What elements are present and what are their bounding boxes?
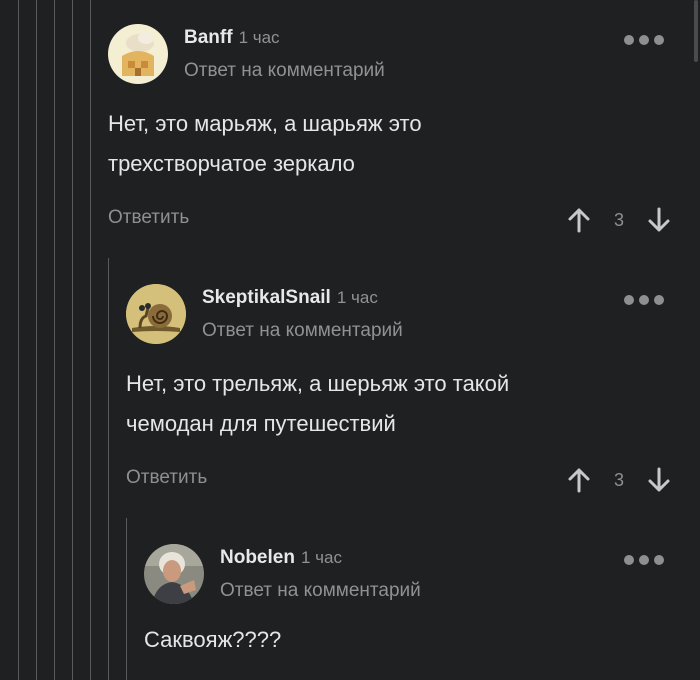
rating-value: 3 [613,209,624,230]
thread-line [90,0,91,680]
comment-time[interactable]: 1 час [337,288,378,307]
thread-line [126,518,127,680]
thread-line [18,0,19,680]
more-dots-icon[interactable] [624,292,674,308]
arrow-down-icon[interactable] [644,205,674,235]
reply-button[interactable]: Ответить [108,207,189,229]
snail-avatar[interactable] [126,284,186,344]
scrollbar[interactable] [694,0,698,62]
rating-value: 3 [613,469,624,490]
author-name[interactable]: Banff [184,27,233,48]
comment-author[interactable]: Nobelen 1 час [220,547,342,569]
comment-text-line: Нет, это марьяж, а шарьяж это [108,111,422,136]
thread-line [54,0,55,680]
vote-controls: 3 [564,465,674,495]
cartoon-house-avatar[interactable] [108,24,168,84]
comment-text-line: чемодан для путешествий [126,411,396,436]
comment-text-line: Нет, это трельяж, а шерьяж это такой [126,371,510,396]
more-dots-icon[interactable] [624,552,674,568]
comment-text: Нет, это марьяж, а шарьяж это трехстворч… [108,104,422,184]
reply-to-link[interactable]: Ответ на комментарий [184,60,385,82]
reply-button[interactable]: Ответить [126,467,207,489]
comment-skeptikalsnail: SkeptikalSnail 1 час Ответ на комментарий… [126,284,674,504]
arrow-down-icon[interactable] [644,465,674,495]
author-name[interactable]: SkeptikalSnail [202,287,331,308]
comment-actions: Ответить 3 [126,465,674,495]
comment-text: Нет, это трельяж, а шерьяж это такой чем… [126,364,509,444]
comment-banff: Banff 1 час Ответ на комментарий Нет, это… [108,24,674,244]
comment-text-line: трехстворчатое зеркало [108,151,355,176]
comment-text: Саквояж???? [144,620,281,660]
reply-to-link[interactable]: Ответ на комментарий [202,320,403,342]
more-dots-icon[interactable] [624,32,674,48]
comment-author[interactable]: Banff 1 час [184,27,280,49]
reply-to-link[interactable]: Ответ на комментарий [220,580,421,602]
comment-time[interactable]: 1 час [301,548,342,567]
thread-line [108,258,109,680]
comment-text-line: Саквояж???? [144,627,282,652]
woman-photo-avatar[interactable] [144,544,204,604]
arrow-up-icon[interactable] [564,465,594,495]
comment-author[interactable]: SkeptikalSnail 1 час [202,287,378,309]
author-name[interactable]: Nobelen [220,547,295,568]
comment-time[interactable]: 1 час [239,28,280,47]
vote-controls: 3 [564,205,674,235]
comment-nobelen: Nobelen 1 час Ответ на комментарий Саквоя… [144,544,674,680]
comment-actions: Ответить 3 [108,205,674,235]
thread-line [36,0,37,680]
arrow-up-icon[interactable] [564,205,594,235]
thread-line [72,0,73,680]
